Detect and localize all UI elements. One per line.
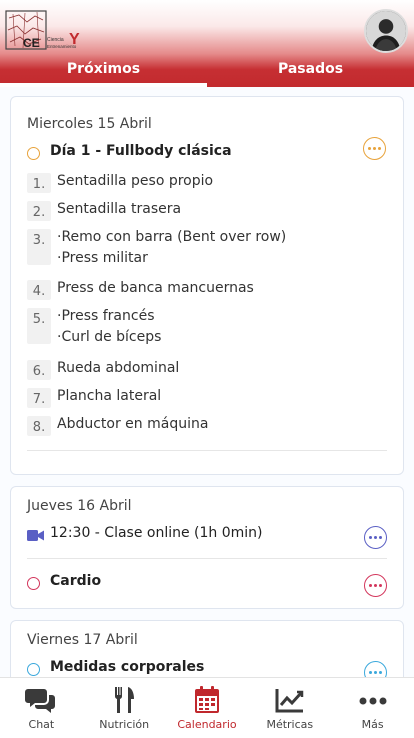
exercise-number: 7.: [27, 388, 51, 408]
more-options-button[interactable]: [364, 526, 387, 549]
exercise-number: 5.: [27, 308, 51, 344]
nav-label: Chat: [28, 718, 55, 731]
exercise-name: ·Remo con barra (Bent over row): [57, 229, 287, 245]
tab-proximos-label: Próximos: [66, 61, 141, 77]
calendar-icon: [194, 686, 219, 713]
nav-label: Métricas: [266, 718, 314, 731]
event-row[interactable]: Medidas corporales: [27, 659, 387, 677]
exercise-name: Rueda abdominal: [57, 360, 180, 376]
day-date: Miercoles 15 Abril: [27, 116, 152, 132]
app-header: CE Y Ciencia Entrenamiento Próximos Pasa…: [0, 0, 414, 87]
logo-sub1: Ciencia: [47, 37, 64, 43]
avatar-photo-icon: [366, 11, 406, 51]
logo-mark-icon: CE Y Ciencia Entrenamiento: [5, 10, 80, 50]
more-options-button[interactable]: [363, 137, 386, 160]
status-ring-icon: [27, 577, 40, 590]
tab-pasados[interactable]: Pasados: [207, 56, 414, 87]
exercise-name: Plancha lateral: [57, 388, 162, 404]
exercise-name: ·Press francés: [57, 308, 155, 324]
exercise-name: ·Curl de bíceps: [57, 329, 162, 345]
bottom-navigation: Chat Nutrición Calendario Métricas Más: [0, 677, 414, 738]
exercise-name: ·Press militar: [57, 250, 148, 266]
day-card: Viernes 17 Abril Medidas corporales: [10, 620, 404, 677]
exercise-number: 4.: [27, 280, 51, 300]
exercise-number: 8.: [27, 416, 51, 436]
day-date: Jueves 16 Abril: [27, 498, 132, 514]
exercise-number: 6.: [27, 360, 51, 380]
status-ring-icon: [27, 147, 40, 160]
chart-line-icon: [275, 689, 304, 713]
exercise-name: Sentadilla peso propio: [57, 173, 214, 189]
schedule-tabs: Próximos Pasados: [0, 56, 414, 87]
nav-item-nutricion[interactable]: Nutrición: [83, 678, 166, 738]
nav-label: Calendario: [177, 718, 237, 731]
fork-knife-icon: [115, 687, 135, 713]
divider: [27, 558, 387, 559]
event-title: Día 1 - Fullbody clásica: [50, 143, 232, 159]
nav-item-mas[interactable]: Más: [331, 678, 414, 738]
day-date: Viernes 17 Abril: [27, 632, 138, 648]
more-options-button[interactable]: [364, 574, 387, 597]
nav-item-metricas[interactable]: Métricas: [248, 678, 331, 738]
nav-label: Más: [361, 718, 384, 731]
exercise-name: Press de banca mancuernas: [57, 280, 254, 296]
event-title: Cardio: [50, 573, 102, 589]
status-ring-icon: [27, 663, 40, 676]
logo-sub2: Entrenamiento: [47, 44, 77, 49]
event-title: Medidas corporales: [50, 659, 205, 675]
calendar-list[interactable]: Miercoles 15 Abril Día 1 - Fullbody clás…: [0, 87, 414, 677]
event-row[interactable]: Cardio: [27, 573, 387, 597]
day-card: Jueves 16 Abril 12:30 - Clase online (1h…: [10, 486, 404, 609]
exercise-number: 2.: [27, 201, 51, 221]
day-card: Miercoles 15 Abril Día 1 - Fullbody clás…: [10, 96, 404, 475]
exercise-name: Sentadilla trasera: [57, 201, 182, 217]
nav-item-chat[interactable]: Chat: [0, 678, 83, 738]
video-camera-icon: [27, 530, 44, 541]
divider: [27, 450, 387, 451]
event-row[interactable]: Día 1 - Fullbody clásica: [27, 143, 387, 167]
nav-item-calendario[interactable]: Calendario: [166, 678, 249, 738]
event-row[interactable]: 12:30 - Clase online (1h 0min): [27, 525, 387, 549]
exercise-number: 3.: [27, 229, 51, 265]
logo-letters: CE: [23, 36, 40, 50]
chat-bubbles-icon: [25, 689, 56, 713]
more-options-button[interactable]: [364, 661, 387, 677]
user-avatar[interactable]: [364, 9, 408, 53]
more-dots-icon: [359, 697, 387, 705]
exercise-name: Abductor en máquina: [57, 416, 209, 432]
brand-logo: CE Y Ciencia Entrenamiento: [5, 10, 95, 52]
event-title: 12:30 - Clase online (1h 0min): [50, 525, 263, 541]
tab-pasados-label: Pasados: [277, 61, 344, 77]
exercise-number: 1.: [27, 173, 51, 193]
nav-label: Nutrición: [99, 718, 150, 731]
